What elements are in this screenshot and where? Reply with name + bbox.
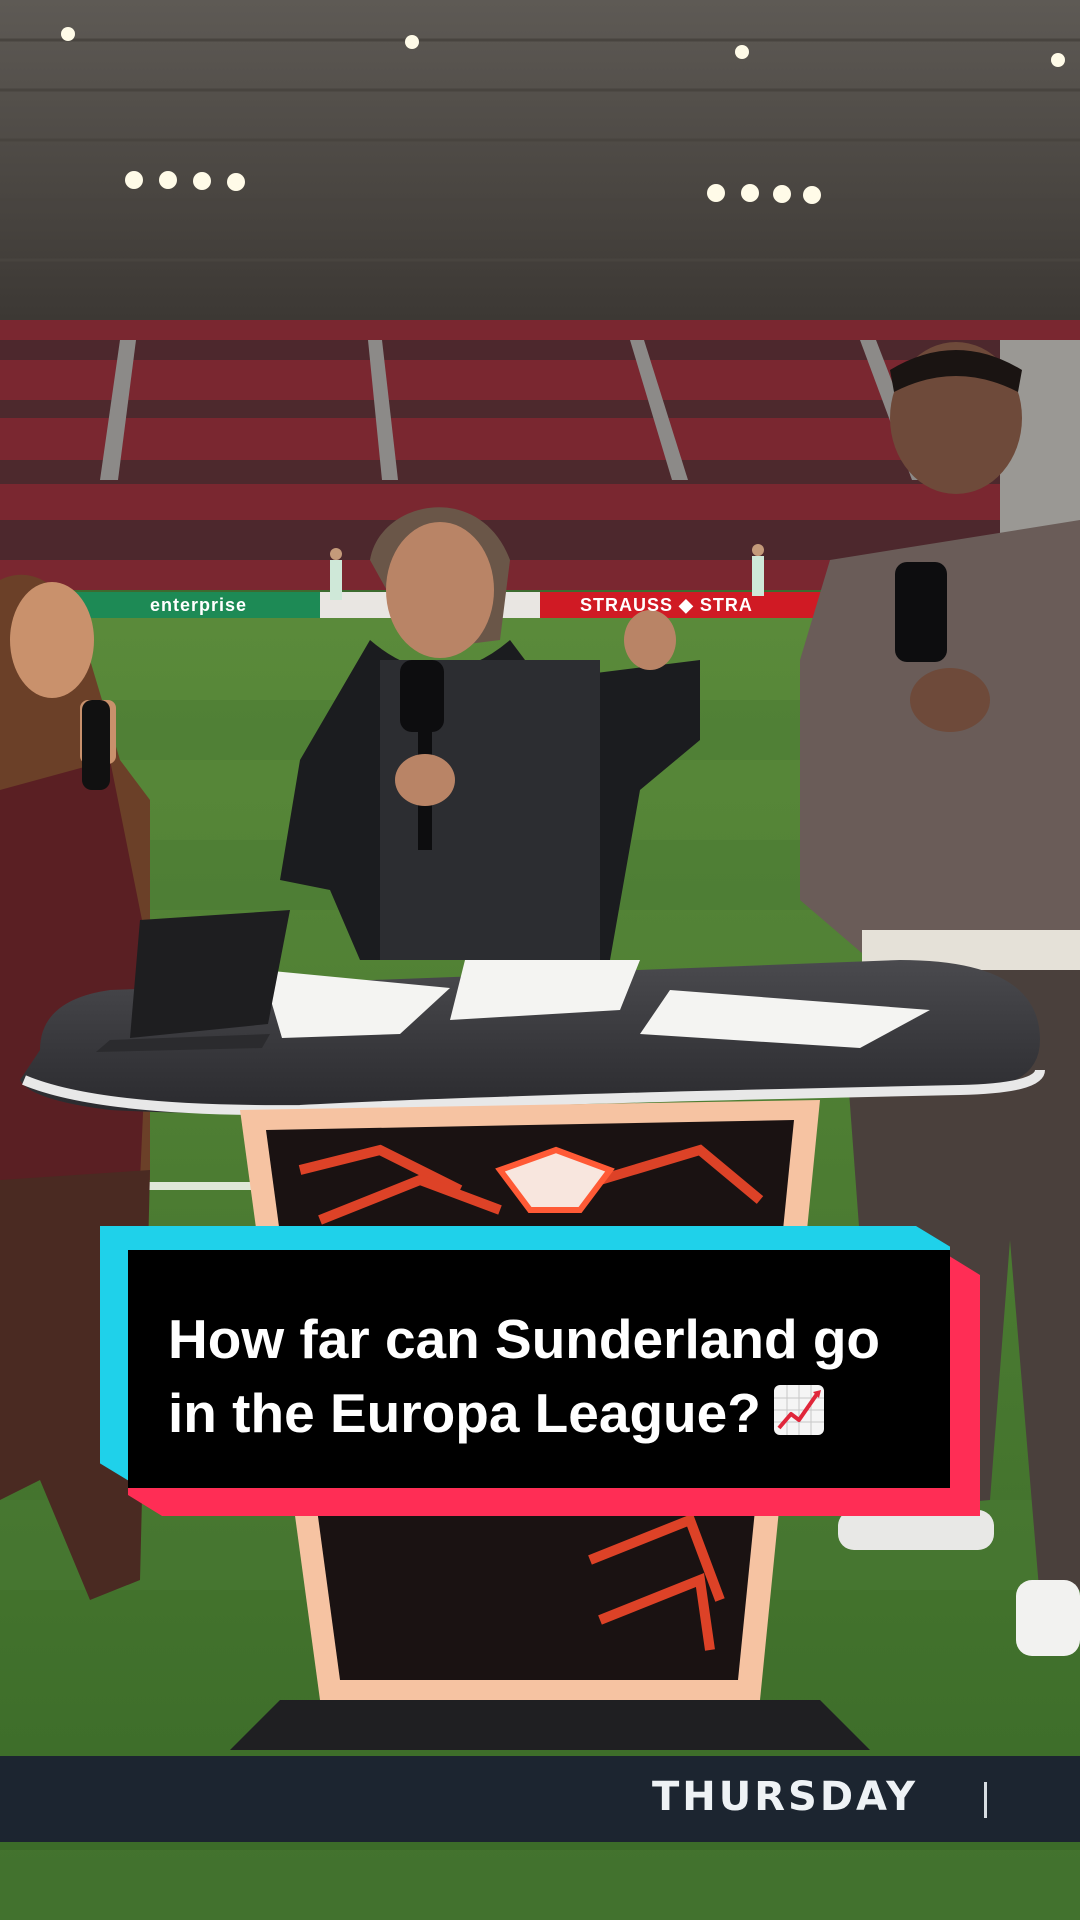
ad-board-left-text: enterprise: [150, 595, 248, 615]
caption-line-2-text: in the Europa League?: [168, 1382, 761, 1444]
ticker-day-label: THURSDAY: [652, 1774, 919, 1820]
ad-board-right-text: STRAUSS ◆ STRA: [580, 595, 753, 615]
caption-text: How far can Sunderland go in the Europa …: [168, 1302, 928, 1454]
caption-line-2: in the Europa League?: [168, 1376, 928, 1454]
caption-line-1: How far can Sunderland go: [168, 1308, 881, 1370]
overlay-layer: enterprise STRAUSS ◆ STRA How far can Su…: [0, 0, 1080, 1920]
ticker-bar: THURSDAY: [0, 1756, 1080, 1842]
ticker-separator: [984, 1782, 987, 1818]
chart-increasing-icon: [773, 1380, 825, 1454]
caption-box: How far can Sunderland go in the Europa …: [100, 1226, 980, 1516]
